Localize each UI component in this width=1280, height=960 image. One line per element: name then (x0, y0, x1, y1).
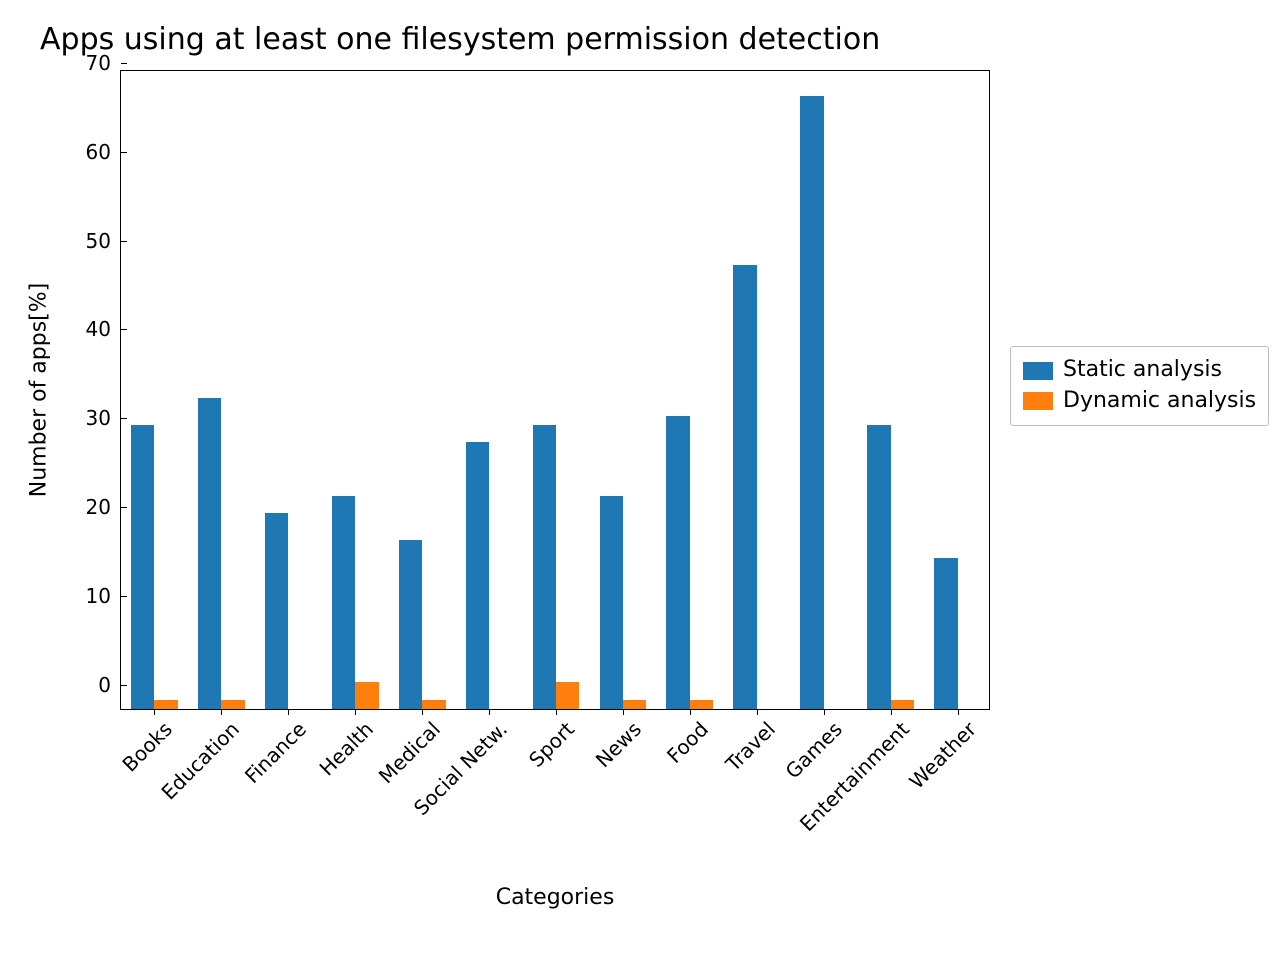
x-tick-mark (958, 709, 959, 715)
y-tick-label: 10 (86, 584, 121, 608)
bar-static (466, 442, 489, 709)
x-tick-mark (556, 709, 557, 715)
y-tick-label: 30 (86, 406, 121, 430)
x-tick-mark (422, 709, 423, 715)
legend-label: Dynamic analysis (1063, 386, 1256, 417)
legend-label: Static analysis (1063, 355, 1222, 386)
x-tick-mark (824, 709, 825, 715)
bar-dynamic (690, 700, 713, 709)
bar-static (934, 558, 957, 709)
x-tick-mark (891, 709, 892, 715)
plot-area: Number of apps[%] 010203040506070BooksEd… (120, 70, 990, 710)
swatch-icon (1023, 392, 1053, 410)
bar-static (666, 416, 689, 709)
bar-static (399, 540, 422, 709)
x-tick-mark (355, 709, 356, 715)
legend-item-dynamic: Dynamic analysis (1023, 386, 1256, 417)
y-tick-label: 70 (86, 51, 121, 75)
bar-dynamic (154, 700, 177, 709)
bar-dynamic (891, 700, 914, 709)
x-tick-mark (757, 709, 758, 715)
bar-static (131, 425, 154, 709)
legend-item-static: Static analysis (1023, 355, 1256, 386)
legend: Static analysis Dynamic analysis (1010, 346, 1269, 426)
bar-dynamic (623, 700, 646, 709)
y-axis-label: Number of apps[%] (27, 283, 52, 498)
x-tick-mark (288, 709, 289, 715)
bar-dynamic (355, 682, 378, 709)
bar-dynamic (422, 700, 445, 709)
bar-static (867, 425, 890, 709)
x-tick-mark (489, 709, 490, 715)
y-tick-label: 60 (86, 140, 121, 164)
chart-container: Apps using at least one filesystem permi… (0, 0, 1280, 960)
bar-static (265, 513, 288, 709)
bar-dynamic (221, 700, 244, 709)
y-tick-label: 0 (98, 673, 121, 697)
y-tick-label: 20 (86, 495, 121, 519)
x-tick-mark (690, 709, 691, 715)
x-tick-mark (221, 709, 222, 715)
x-tick-mark (154, 709, 155, 715)
bars-layer (121, 71, 989, 709)
bar-static (800, 96, 823, 709)
swatch-icon (1023, 362, 1053, 380)
bar-static (600, 496, 623, 709)
bar-static (733, 265, 756, 709)
chart-title: Apps using at least one filesystem permi… (40, 22, 880, 57)
bar-dynamic (556, 682, 579, 709)
y-tick-label: 40 (86, 317, 121, 341)
bar-static (533, 425, 556, 709)
x-axis-label: Categories (496, 885, 615, 910)
bar-static (332, 496, 355, 709)
bar-static (198, 398, 221, 709)
x-tick-mark (623, 709, 624, 715)
y-tick-label: 50 (86, 229, 121, 253)
